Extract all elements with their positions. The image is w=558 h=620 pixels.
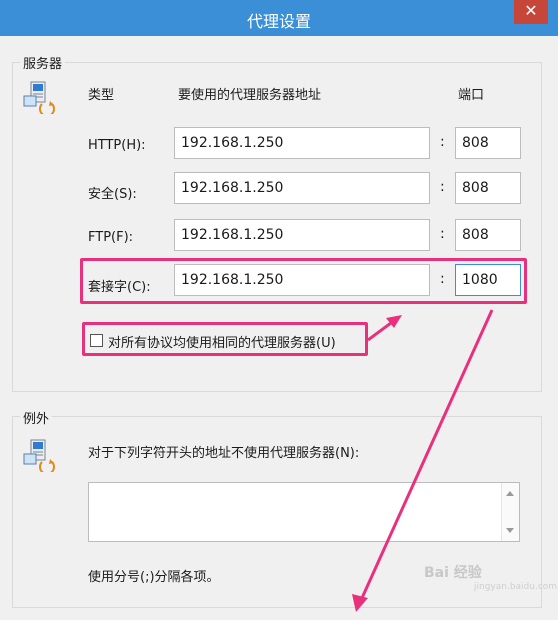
- annotation-arrows: [352, 309, 494, 612]
- watermark: Bai 经验 jingyan.baidu.com: [424, 562, 557, 592]
- arrow-head-down: [352, 594, 368, 612]
- arrow-line-down: [360, 309, 494, 599]
- watermark-subtext: jingyan.baidu.com: [474, 582, 558, 592]
- watermark-text: Bai 经验: [424, 565, 482, 581]
